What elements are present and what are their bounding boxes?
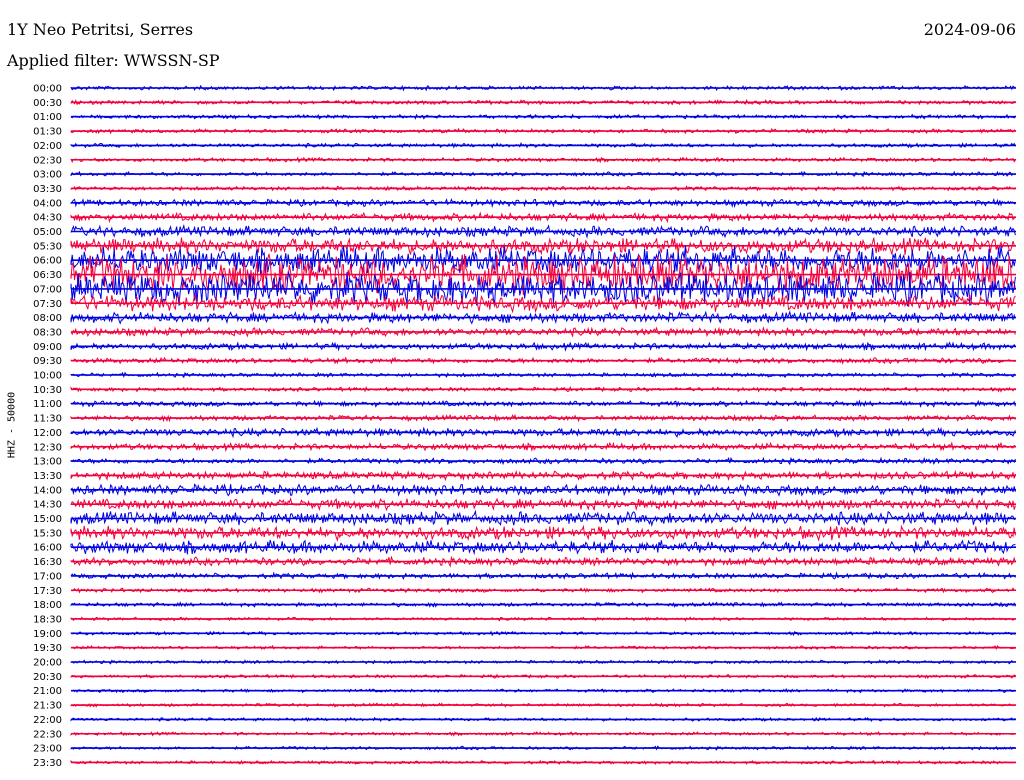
time-tick-label: 22:00 bbox=[33, 715, 62, 726]
time-tick-label: 06:30 bbox=[33, 270, 62, 281]
time-tick-label: 00:00 bbox=[33, 84, 62, 95]
time-tick-label: 03:00 bbox=[33, 170, 62, 181]
time-tick-label: 09:30 bbox=[33, 356, 62, 367]
time-tick-label: 15:30 bbox=[33, 528, 62, 539]
time-tick-label: 15:00 bbox=[33, 514, 62, 525]
time-tick-label: 21:30 bbox=[33, 701, 62, 712]
time-tick-label: 16:30 bbox=[33, 557, 62, 568]
time-tick-label: 19:00 bbox=[33, 629, 62, 640]
time-tick-label: 17:00 bbox=[33, 571, 62, 582]
time-tick-label: 03:30 bbox=[33, 184, 62, 195]
time-tick-label: 17:30 bbox=[33, 586, 62, 597]
time-tick-label: 13:30 bbox=[33, 471, 62, 482]
time-tick-label: 21:00 bbox=[33, 686, 62, 697]
time-tick-label: 22:30 bbox=[33, 729, 62, 740]
time-tick-label: 14:30 bbox=[33, 500, 62, 511]
time-tick-label: 23:00 bbox=[33, 744, 62, 755]
time-tick-label: 07:30 bbox=[33, 299, 62, 310]
time-tick-label: 10:30 bbox=[33, 385, 62, 396]
time-tick-label: 00:30 bbox=[33, 98, 62, 109]
time-tick-label: 16:00 bbox=[33, 543, 62, 554]
time-tick-label: 23:30 bbox=[33, 758, 62, 769]
time-tick-label: 12:00 bbox=[33, 428, 62, 439]
time-tick-label: 04:30 bbox=[33, 213, 62, 224]
time-tick-label: 01:30 bbox=[33, 127, 62, 138]
time-tick-label: 10:00 bbox=[33, 371, 62, 382]
time-tick-label: 04:00 bbox=[33, 198, 62, 209]
time-tick-label: 14:00 bbox=[33, 485, 62, 496]
time-tick-label: 13:00 bbox=[33, 457, 62, 468]
time-tick-label: 18:00 bbox=[33, 600, 62, 611]
time-tick-label: 12:30 bbox=[33, 442, 62, 453]
time-tick-label: 02:00 bbox=[33, 141, 62, 152]
time-tick-label: 02:30 bbox=[33, 155, 62, 166]
time-tick-label: 05:00 bbox=[33, 227, 62, 238]
time-tick-label: 07:00 bbox=[33, 284, 62, 295]
time-tick-label: 05:30 bbox=[33, 241, 62, 252]
time-tick-label: 08:30 bbox=[33, 327, 62, 338]
time-tick-label: 11:30 bbox=[33, 414, 62, 425]
time-tick-label: 06:00 bbox=[33, 256, 62, 267]
time-tick-label: 11:00 bbox=[33, 399, 62, 410]
seismogram-plot: 00:00 00:30 01:00 01:30 02:00 02:30 03:00 03:30… bbox=[33, 84, 1016, 769]
time-tick-label: 20:30 bbox=[33, 672, 62, 683]
time-tick-label: 09:00 bbox=[33, 342, 62, 353]
time-tick-label: 08:00 bbox=[33, 313, 62, 324]
time-tick-label: 20:00 bbox=[33, 658, 62, 669]
time-tick-label: 19:30 bbox=[33, 643, 62, 654]
time-tick-label: 01:00 bbox=[33, 112, 62, 123]
time-tick-label: 18:30 bbox=[33, 614, 62, 625]
